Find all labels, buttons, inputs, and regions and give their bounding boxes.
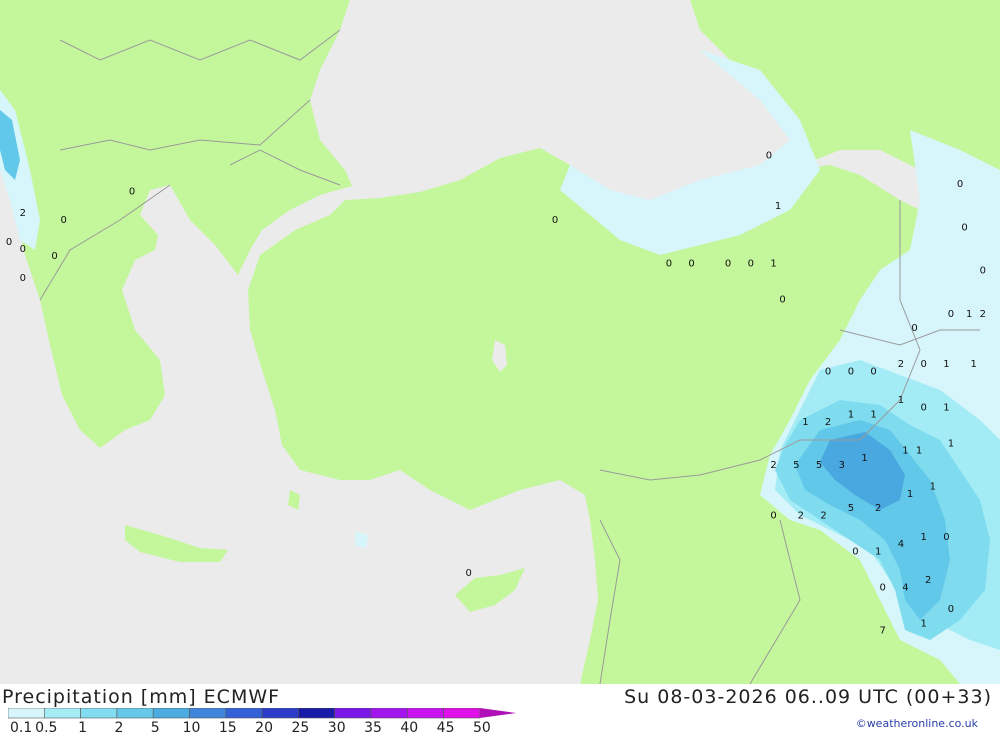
legend-swatch	[80, 708, 118, 719]
legend-swatch	[43, 708, 81, 719]
precipitation-map: 02000000100 0 0 0 1000000 1 20 0 02 0 1 110 11 21 11 11…	[0, 0, 1000, 684]
point-value-label: 1	[943, 359, 949, 370]
legend-swatch	[443, 708, 481, 719]
point-value-label: 1	[775, 201, 781, 212]
point-value-label: 1	[848, 410, 854, 421]
legend-swatch	[334, 708, 372, 719]
color-scale-legend: 0.1 0.5 1 2 5 10 15 20 25 30 35 40 45 50	[8, 708, 517, 733]
legend-tick-label: 1	[78, 720, 87, 733]
point-value-label: 0	[766, 150, 772, 161]
point-value-label: 0	[779, 294, 785, 305]
legend-swatch	[406, 708, 444, 719]
point-value-label: 0	[688, 258, 694, 269]
point-value-label: 1	[861, 453, 867, 464]
valid-time: Su 08-03-2026 06..09 UTC (00+33)	[624, 686, 992, 708]
point-value-label: 1	[870, 410, 876, 421]
legend-tick-label: 40	[400, 720, 418, 733]
legend-swatch	[370, 708, 408, 719]
point-value-label: 2	[980, 309, 986, 320]
point-value-label: 2	[20, 208, 26, 219]
legend-swatch	[8, 708, 45, 719]
chart-title: Precipitation [mm] ECMWF	[2, 686, 281, 708]
point-value-label: 1	[907, 489, 913, 500]
point-value-label: 0	[466, 568, 472, 579]
legend-tick-label: 35	[364, 720, 382, 733]
legend-swatch	[152, 708, 190, 719]
point-value-label: 1	[921, 618, 927, 629]
point-value-label: 2	[798, 510, 804, 521]
point-value-label: 2	[825, 417, 831, 428]
point-value-label: 2	[925, 575, 931, 586]
legend-swatch	[116, 708, 154, 719]
point-value-label: 0	[921, 359, 927, 370]
point-value-label: 4	[898, 539, 904, 550]
point-value-label: 2	[770, 460, 776, 471]
point-value-label: 5	[793, 460, 799, 471]
credit-link[interactable]: ©weatheronline.co.uk	[856, 717, 978, 730]
legend-tick-label: 2	[114, 720, 123, 733]
legend-arrow	[479, 708, 517, 718]
point-value-label: 0	[870, 366, 876, 377]
legend-tick-label: 10	[183, 720, 201, 733]
legend-tick-label: 15	[219, 720, 237, 733]
point-value-label: 1	[902, 446, 908, 457]
point-value-label: 2	[898, 359, 904, 370]
point-value-label: 0	[980, 266, 986, 277]
point-value-label: 1	[930, 482, 936, 493]
point-value-label: 1	[966, 309, 972, 320]
point-value-label: 0	[552, 215, 558, 226]
legend-tick-label: 0.5	[35, 720, 57, 733]
point-value-label: 1	[916, 446, 922, 457]
point-value-label: 1	[875, 546, 881, 557]
point-value-label: 4	[902, 582, 908, 593]
point-value-label: 1	[921, 532, 927, 543]
point-value-label: 2	[820, 510, 826, 521]
point-value-label: 0	[911, 323, 917, 334]
point-value-label: 0	[129, 186, 135, 197]
point-value-label: 0	[880, 582, 886, 593]
point-value-label: 0	[852, 546, 858, 557]
legend-tick-label: 30	[328, 720, 346, 733]
point-value-label: 0	[770, 510, 776, 521]
legend-tick-label: 50	[473, 720, 491, 733]
point-value-label: 1	[770, 258, 776, 269]
point-value-label: 0	[6, 237, 12, 248]
legend-swatch	[225, 708, 263, 719]
legend-tick-label: 0.1	[10, 720, 32, 733]
point-value-label: 0	[725, 258, 731, 269]
point-value-label: 0	[948, 604, 954, 615]
point-value-label: 0	[943, 532, 949, 543]
point-value-label: 1	[802, 417, 808, 428]
point-value-label: 5	[816, 460, 822, 471]
point-value-label: 0	[921, 402, 927, 413]
legend-tick-label: 20	[255, 720, 273, 733]
point-value-label: 5	[848, 503, 854, 514]
point-value-label: 1	[971, 359, 977, 370]
point-value-label: 0	[957, 179, 963, 190]
legend-swatch	[298, 708, 335, 719]
point-value-label: 0	[666, 258, 672, 269]
point-value-label: 0	[961, 222, 967, 233]
point-value-label: 1	[943, 402, 949, 413]
point-value-label: 7	[880, 626, 886, 637]
point-value-label: 0	[848, 366, 854, 377]
legend-tick-label: 45	[437, 720, 455, 733]
legend-tick-label: 25	[291, 720, 309, 733]
legend-swatch	[261, 708, 299, 719]
footer-bar: Precipitation [mm] ECMWF Su 08-03-2026 0…	[0, 684, 1000, 733]
point-value-label: 0	[51, 251, 57, 262]
point-value-label: 0	[948, 309, 954, 320]
point-value-label: 0	[61, 215, 67, 226]
point-value-label: 0	[748, 258, 754, 269]
point-value-label: 1	[948, 438, 954, 449]
point-value-label: 0	[20, 244, 26, 255]
legend-swatch	[189, 708, 227, 719]
point-value-label: 1	[898, 395, 904, 406]
point-value-label: 0	[825, 366, 831, 377]
legend-tick-label: 5	[151, 720, 160, 733]
point-value-label: 3	[839, 460, 845, 471]
point-value-label: 2	[875, 503, 881, 514]
point-value-label: 0	[20, 273, 26, 284]
